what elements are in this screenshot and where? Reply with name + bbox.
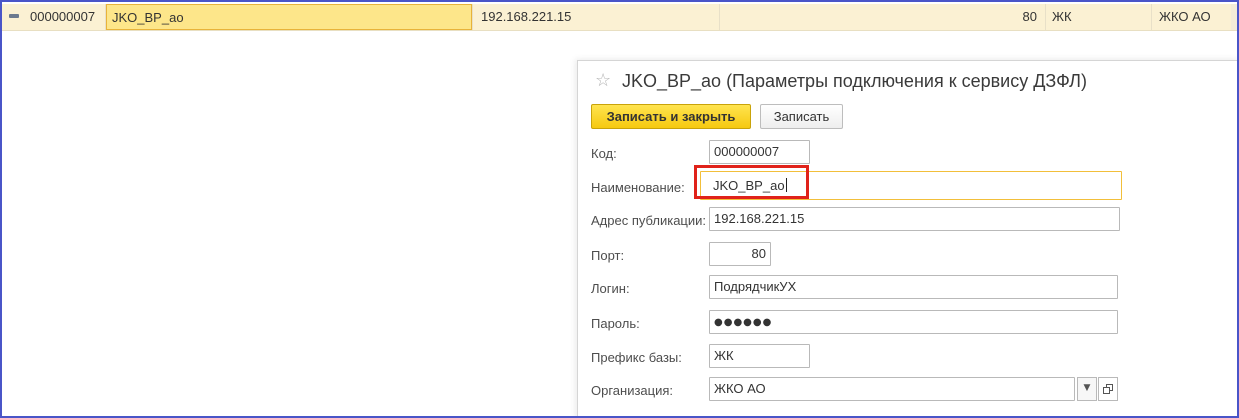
row-prefix: ЖК xyxy=(1052,9,1072,24)
connection-settings-dialog: ☆ JKO_BP_ao (Параметры подключения к сер… xyxy=(577,60,1237,416)
login-label: Логин: xyxy=(591,281,630,296)
highlight-annotation xyxy=(694,165,809,199)
organization-label: Организация: xyxy=(591,383,674,398)
organization-field[interactable]: ЖКО АО xyxy=(709,377,1075,401)
code-field[interactable]: 000000007 xyxy=(709,140,810,164)
login-field[interactable]: ПодрядчикУХ xyxy=(709,275,1118,299)
save-button[interactable]: Записать xyxy=(760,104,843,129)
prefix-field[interactable]: ЖК xyxy=(709,344,810,368)
port-field[interactable]: 80 xyxy=(709,242,771,266)
star-icon[interactable]: ☆ xyxy=(595,70,611,92)
address-field[interactable]: 192.168.221.15 xyxy=(709,207,1120,231)
open-form-icon[interactable] xyxy=(1098,377,1118,401)
code-label: Код: xyxy=(591,146,617,161)
chevron-down-icon[interactable]: ▼ xyxy=(1077,377,1097,401)
password-label: Пароль: xyxy=(591,316,640,331)
scrollbar[interactable] xyxy=(1231,4,1237,30)
row-name-cell[interactable]: JKO_BP_ao xyxy=(106,4,472,30)
row-code: 000000007 xyxy=(30,9,96,24)
password-field[interactable]: ●●●●●● xyxy=(709,310,1118,334)
address-label: Адрес публикации: xyxy=(591,213,707,228)
dialog-title: JKO_BP_ao (Параметры подключения к серви… xyxy=(622,71,1087,91)
column-divider xyxy=(719,4,720,30)
save-and-close-button[interactable]: Записать и закрыть xyxy=(591,104,751,129)
table-row[interactable]: 000000007 JKO_BP_ao 192.168.221.15 80 ЖК… xyxy=(2,4,1237,31)
row-address: 192.168.221.15 xyxy=(481,9,572,24)
open-form-glyph xyxy=(1103,384,1113,394)
row-port: 80 xyxy=(1022,9,1037,24)
name-label: Наименование: xyxy=(591,180,685,195)
column-divider xyxy=(1151,4,1152,30)
port-label: Порт: xyxy=(591,248,625,263)
column-divider xyxy=(1045,4,1046,30)
prefix-label: Префикс базы: xyxy=(591,350,682,365)
row-state-icon xyxy=(9,14,19,18)
list-window: 000000007 JKO_BP_ao 192.168.221.15 80 ЖК… xyxy=(0,0,1239,418)
password-mask: ●●●●●● xyxy=(714,317,773,328)
row-organization: ЖКО АО xyxy=(1159,9,1211,24)
column-divider xyxy=(472,4,473,30)
